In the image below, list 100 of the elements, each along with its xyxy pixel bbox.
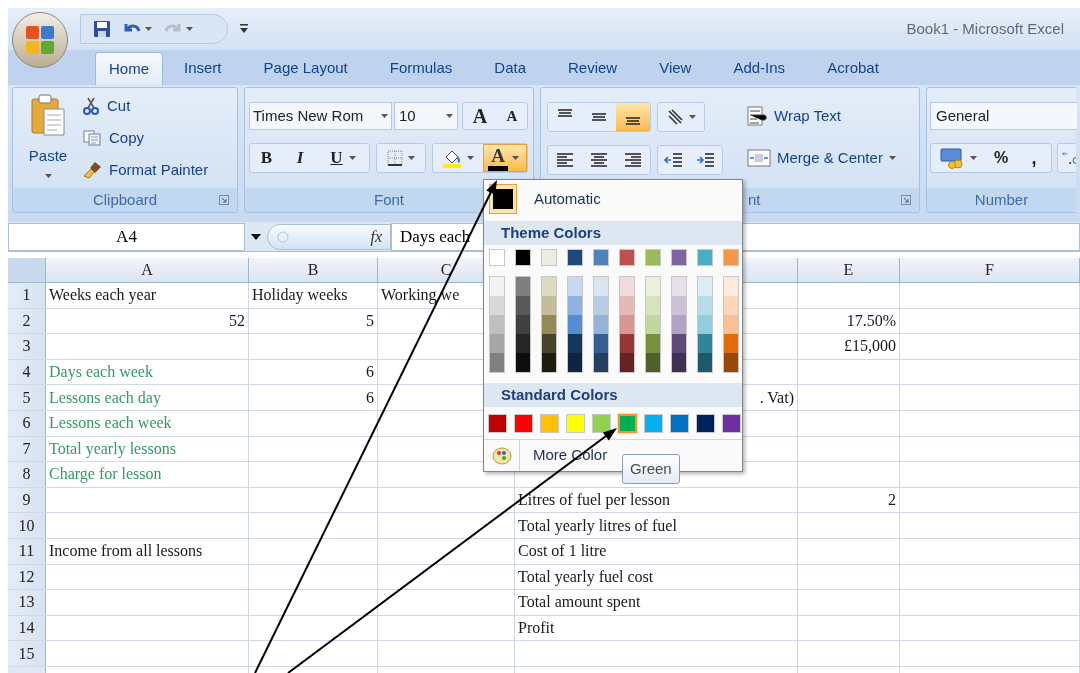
- color-swatch[interactable]: [620, 334, 634, 353]
- orientation-button[interactable]: [657, 102, 705, 132]
- color-swatch[interactable]: [672, 334, 686, 353]
- color-swatch[interactable]: [594, 296, 608, 315]
- ribbon-tab[interactable]: View: [638, 52, 713, 85]
- color-swatch[interactable]: [672, 353, 686, 372]
- percent-button[interactable]: %: [985, 144, 1017, 172]
- row-header[interactable]: 14: [8, 615, 46, 641]
- color-swatch[interactable]: [620, 353, 634, 372]
- color-swatch[interactable]: [542, 315, 556, 334]
- caret-icon[interactable]: [251, 233, 261, 240]
- color-swatch[interactable]: [516, 353, 530, 372]
- color-swatch[interactable]: [698, 296, 712, 315]
- ribbon-tab[interactable]: Review: [547, 52, 639, 85]
- color-swatch[interactable]: [568, 334, 582, 353]
- borders-button[interactable]: [376, 143, 426, 173]
- row-header[interactable]: 13: [8, 590, 46, 615]
- row-header[interactable]: 6: [8, 410, 46, 436]
- color-swatch[interactable]: [568, 296, 582, 315]
- color-swatch[interactable]: [540, 414, 559, 433]
- name-box[interactable]: A4: [8, 222, 245, 251]
- ribbon-tab[interactable]: Page Layout: [242, 52, 369, 85]
- color-swatch[interactable]: [724, 334, 738, 353]
- color-swatch[interactable]: [646, 334, 660, 353]
- row-header[interactable]: 12: [8, 564, 46, 590]
- color-swatch[interactable]: [542, 334, 556, 353]
- color-swatch[interactable]: [542, 296, 556, 315]
- row-header[interactable]: 7: [8, 436, 46, 462]
- merge-center-button[interactable]: Merge & Center: [747, 146, 896, 170]
- color-swatch[interactable]: [490, 315, 504, 334]
- color-swatch[interactable]: [698, 277, 712, 296]
- format-painter-button[interactable]: Format Painter: [83, 158, 209, 182]
- color-swatch[interactable]: [670, 414, 689, 433]
- color-swatch[interactable]: [490, 296, 504, 315]
- color-swatch[interactable]: [516, 296, 530, 315]
- color-swatch[interactable]: [516, 315, 530, 334]
- paste-button[interactable]: Paste: [13, 88, 83, 188]
- formula-button-icon[interactable]: [276, 229, 290, 244]
- column-header[interactable]: B: [249, 258, 378, 282]
- row-header[interactable]: 3: [8, 334, 46, 359]
- row-header[interactable]: 9: [8, 487, 46, 513]
- wrap-text-button[interactable]: Wrap Text: [747, 104, 896, 128]
- ribbon-tab[interactable]: Acrobat: [806, 52, 900, 85]
- color-swatch[interactable]: [568, 277, 582, 296]
- color-swatch[interactable]: [698, 315, 712, 334]
- color-swatch[interactable]: [515, 249, 531, 266]
- row-header[interactable]: 11: [8, 538, 46, 564]
- number-format-field[interactable]: General: [930, 102, 1077, 130]
- row-header[interactable]: 15: [8, 641, 46, 666]
- shrink-font-button[interactable]: A: [497, 103, 527, 129]
- color-swatch[interactable]: [646, 277, 660, 296]
- color-swatch[interactable]: [514, 414, 533, 433]
- ribbon-tab[interactable]: Insert: [163, 52, 243, 85]
- color-swatch[interactable]: [723, 249, 739, 266]
- italic-button[interactable]: I: [283, 144, 317, 172]
- color-swatch[interactable]: [490, 353, 504, 372]
- color-swatch[interactable]: [646, 353, 660, 372]
- copy-button[interactable]: Copy: [83, 126, 209, 150]
- color-swatch[interactable]: [722, 414, 741, 433]
- save-icon[interactable]: [93, 20, 111, 38]
- ribbon-tab[interactable]: Add-Ins: [712, 52, 807, 85]
- row-header[interactable]: 8: [8, 462, 46, 487]
- ribbon-tab[interactable]: Data: [473, 52, 547, 85]
- color-swatch[interactable]: [594, 315, 608, 334]
- ribbon-tab[interactable]: Home: [95, 52, 163, 85]
- color-swatch[interactable]: [542, 277, 556, 296]
- color-swatch[interactable]: [594, 334, 608, 353]
- color-swatch[interactable]: [568, 353, 582, 372]
- color-swatch[interactable]: [594, 277, 608, 296]
- color-swatch[interactable]: [672, 296, 686, 315]
- color-swatch[interactable]: [698, 334, 712, 353]
- color-swatch[interactable]: [698, 353, 712, 372]
- color-swatch[interactable]: [568, 315, 582, 334]
- increase-decimal-button[interactable]: [1057, 143, 1076, 173]
- bottom-align-button[interactable]: [616, 103, 650, 131]
- color-swatch[interactable]: [645, 249, 661, 266]
- color-swatch[interactable]: [724, 353, 738, 372]
- bold-button[interactable]: B: [250, 144, 283, 172]
- insert-function-button[interactable]: fx: [370, 224, 382, 249]
- color-swatch[interactable]: [619, 249, 635, 266]
- row-header[interactable]: 1: [8, 283, 46, 308]
- color-swatch[interactable]: [490, 277, 504, 296]
- color-swatch[interactable]: [618, 414, 637, 433]
- color-swatch[interactable]: [620, 296, 634, 315]
- color-swatch[interactable]: [671, 249, 687, 266]
- column-header[interactable]: F: [900, 258, 1080, 282]
- comma-button[interactable]: ,: [1017, 144, 1051, 172]
- color-swatch[interactable]: [516, 334, 530, 353]
- color-swatch[interactable]: [620, 315, 634, 334]
- grow-font-button[interactable]: A: [463, 103, 497, 129]
- color-swatch[interactable]: [697, 249, 713, 266]
- font-name-field[interactable]: Times New Rom: [249, 102, 392, 130]
- cut-button[interactable]: Cut: [83, 94, 209, 118]
- color-swatch[interactable]: [672, 277, 686, 296]
- color-swatch[interactable]: [516, 277, 530, 296]
- color-swatch[interactable]: [566, 414, 585, 433]
- ribbon-tab[interactable]: Formulas: [368, 52, 474, 85]
- color-swatch[interactable]: [542, 353, 556, 372]
- color-swatch[interactable]: [646, 315, 660, 334]
- color-swatch[interactable]: [646, 296, 660, 315]
